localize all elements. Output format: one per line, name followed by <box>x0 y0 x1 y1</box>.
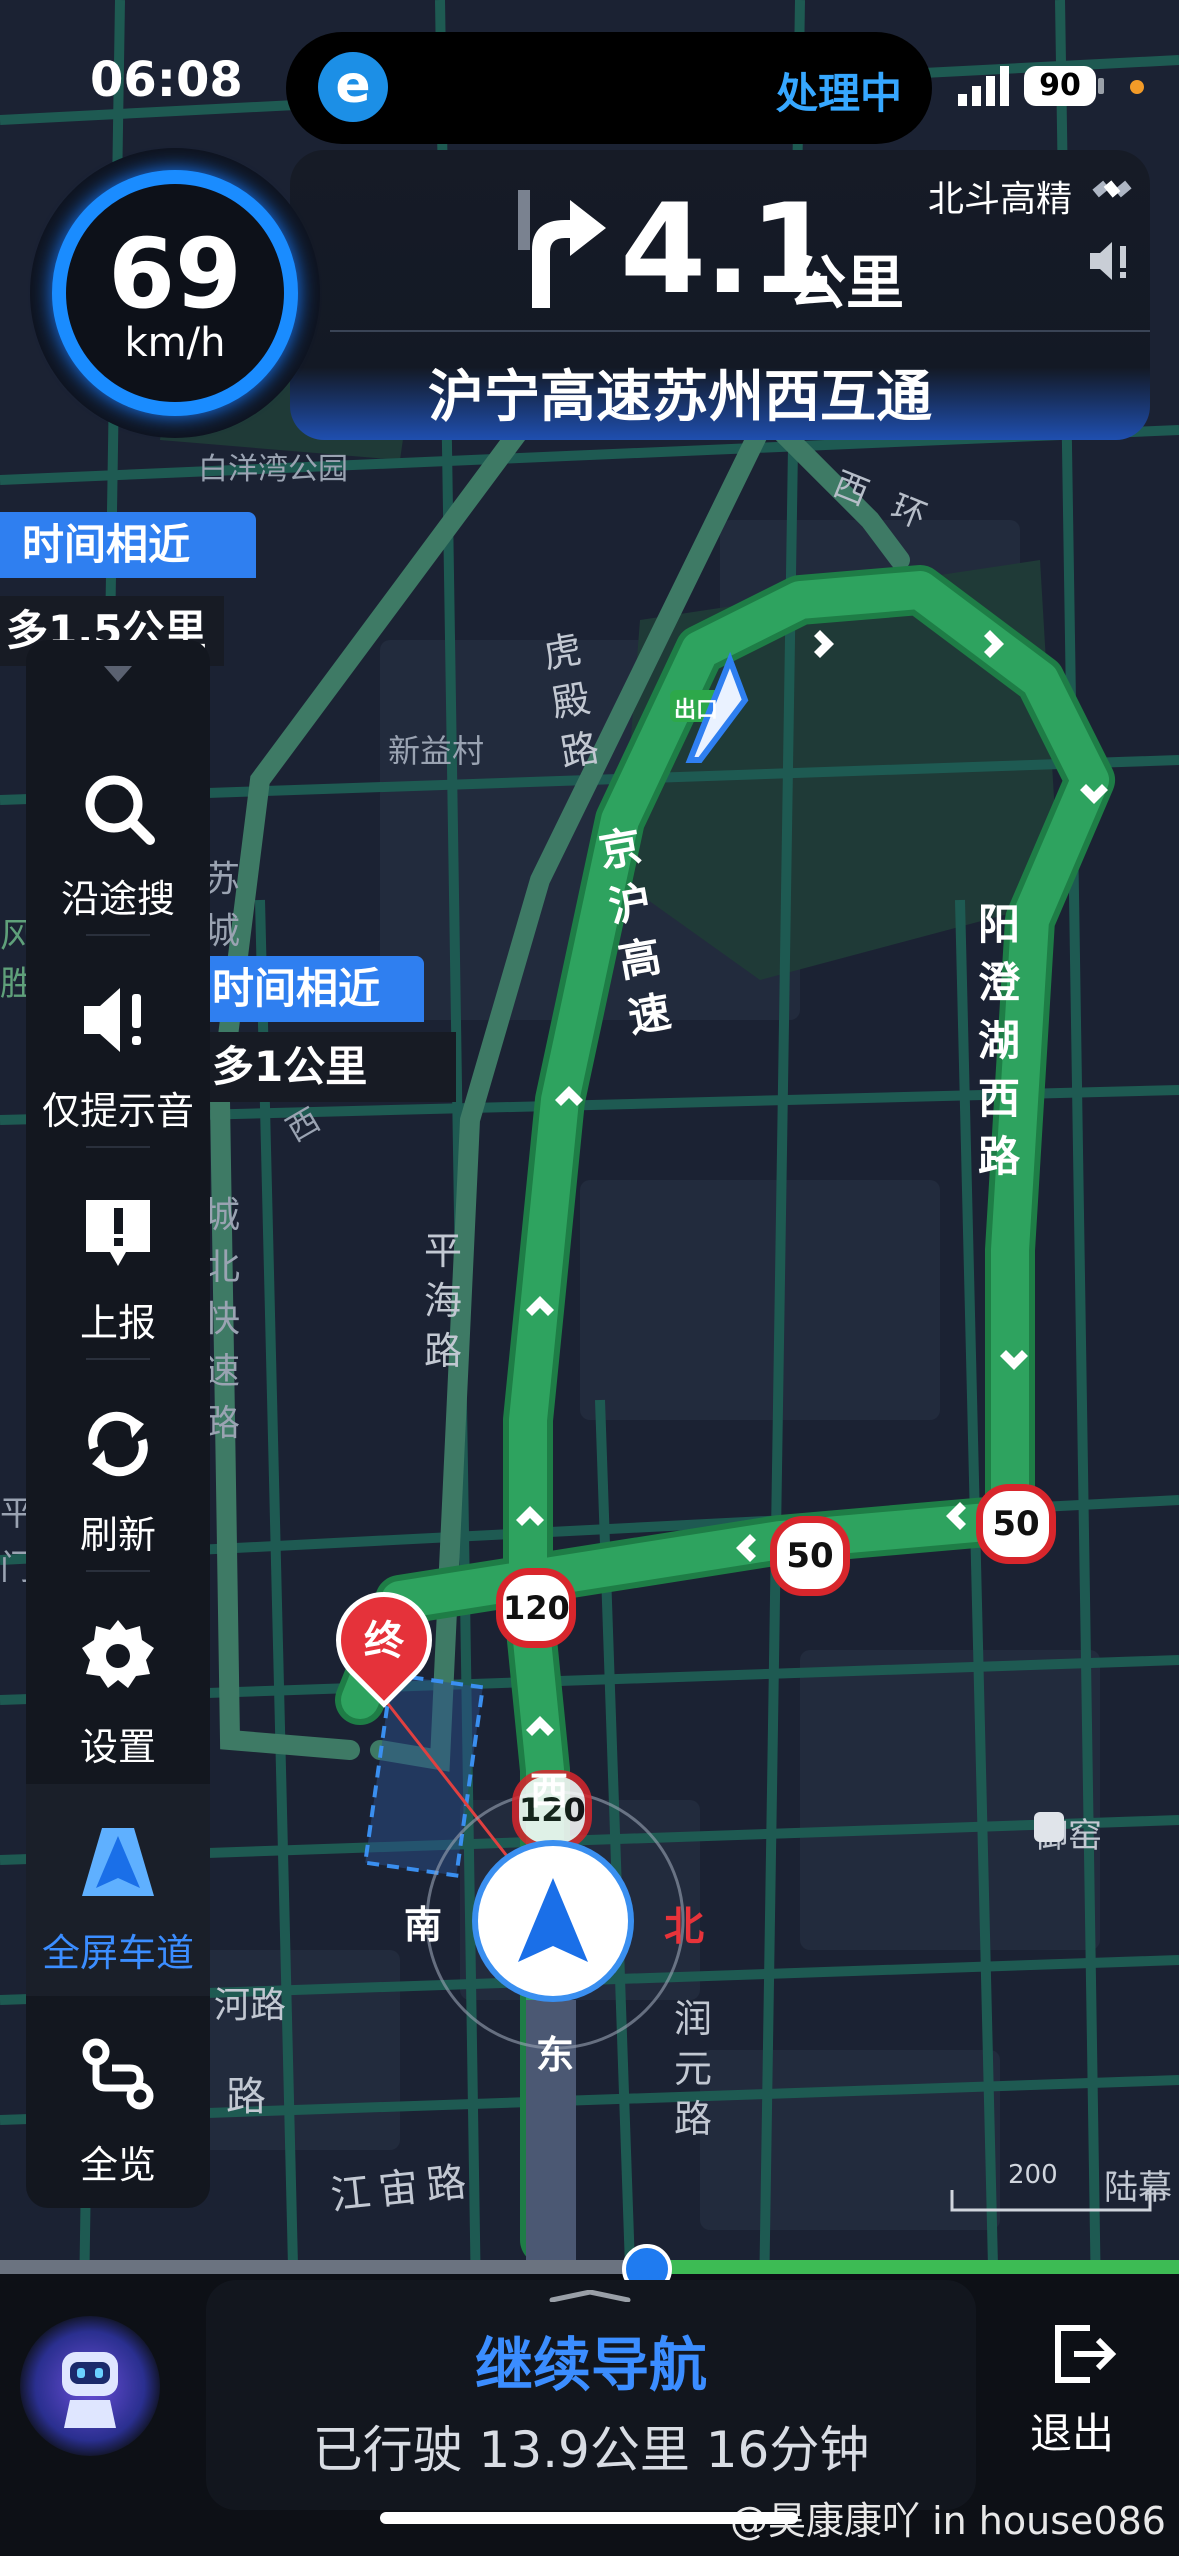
status-time: 06:08 <box>90 52 243 108</box>
current-speed: 69 <box>108 218 242 330</box>
speed-limit-sign: 50 <box>770 1516 850 1596</box>
map-label-road: 路 <box>226 2074 266 2120</box>
destination-pin-label: 终 <box>364 1618 404 1664</box>
activity-status: 处理中 <box>776 69 903 118</box>
fullscreen-lane-button[interactable]: 全屏车道 <box>26 1784 210 1996</box>
alt-route-tag[interactable]: 时间相近 <box>0 512 256 578</box>
vehicle-position-icon <box>478 1846 628 1996</box>
map-label-exit: 出口 <box>674 698 719 723</box>
toolbar-label: 沿途搜 <box>60 877 175 921</box>
beidou-hd-label: 北斗高精 <box>928 179 1073 220</box>
exit-navigation-button[interactable]: 退出 <box>1030 2400 1114 2461</box>
compass-east: 东 <box>536 2033 575 2077</box>
overview-button[interactable]: 全览 <box>26 1996 210 2208</box>
speaker-alert-icon <box>84 988 141 1052</box>
toolbar-label: 仅提示音 <box>41 1089 194 1133</box>
map-scale-label: 200 <box>1008 2160 1058 2190</box>
exit-icon[interactable] <box>1050 2322 1120 2386</box>
map-label-runyuan-road: 润元路 <box>674 1997 713 2141</box>
map-label-yangcheng-road: 阳澄湖西路 <box>978 900 1021 1181</box>
map-toolbar: 沿途搜 仅提示音 上报 刷新 设置 全屏车道 全览 <box>26 640 210 2208</box>
home-indicator[interactable] <box>380 2512 798 2524</box>
route-progress-remaining <box>648 2260 1179 2274</box>
map-label-hehe-road: 河路 <box>214 1985 287 2026</box>
map-label-pinghai-road: 平海路 <box>424 1229 463 1373</box>
search-icon <box>85 775 155 845</box>
compass-south: 南 <box>404 1903 443 1947</box>
gear-icon <box>82 1620 154 1688</box>
refresh-icon <box>88 1411 148 1477</box>
map-label-luxiang: 陆幕 <box>1104 2168 1172 2208</box>
battery-icon: 90 <box>1024 66 1096 106</box>
compass-north: 北 <box>664 1904 704 1950</box>
refresh-button[interactable]: 刷新 <box>26 1366 210 1578</box>
signal-icon <box>958 66 1009 106</box>
toolbar-label: 刷新 <box>79 1513 156 1557</box>
report-icon <box>86 1200 150 1266</box>
alt-route-tag[interactable]: 时间相近 <box>190 956 424 1022</box>
metro-icon <box>1034 1812 1064 1842</box>
map-label-village: 新益村 <box>388 732 485 770</box>
drag-handle-icon[interactable] <box>548 2290 632 2302</box>
route-overview-icon <box>82 2038 154 2110</box>
speed-limit-sign: 120 <box>496 1568 576 1648</box>
robot-icon <box>62 2352 118 2428</box>
speed-limit-sign: 50 <box>976 1484 1056 1564</box>
compass-west: 西 <box>530 1769 569 1813</box>
baidu-logo-icon: e <box>318 52 388 122</box>
settings-button[interactable]: 设置 <box>26 1578 210 1790</box>
assistant-avatar[interactable] <box>20 2316 160 2456</box>
map-label-park: 白洋湾公园 <box>198 452 348 487</box>
lane-view-icon <box>82 1828 154 1896</box>
toolbar-label: 全览 <box>79 2143 156 2187</box>
privacy-indicator <box>1130 80 1144 94</box>
report-button[interactable]: 上报 <box>26 1154 210 1366</box>
distance-unit: 公里 <box>788 249 905 317</box>
trip-summary: 已行驶 13.9公里 16分钟 <box>312 2421 870 2479</box>
sound-mode-button[interactable]: 仅提示音 <box>26 942 210 1154</box>
alt-route-detail[interactable]: 多1公里 <box>190 1032 456 1102</box>
guidance-divider <box>330 330 1150 332</box>
turn-right-arrow-icon <box>518 190 606 308</box>
continue-navigation-button[interactable]: 继续导航 <box>206 2318 976 2402</box>
next-road-name: 沪宁高速苏州西互通 <box>428 365 932 430</box>
battery-tip <box>1098 78 1104 94</box>
toolbar-label: 全屏车道 <box>41 1931 194 1975</box>
speed-unit: km/h <box>124 320 226 366</box>
toolbar-label: 设置 <box>79 1725 156 1769</box>
satellite-icon <box>1092 180 1132 198</box>
speaker-alert-icon[interactable] <box>1086 238 1136 284</box>
collapse-chevron-icon[interactable] <box>102 664 134 684</box>
search-along-route-button[interactable]: 沿途搜 <box>26 730 210 942</box>
toolbar-label: 上报 <box>79 1301 156 1345</box>
